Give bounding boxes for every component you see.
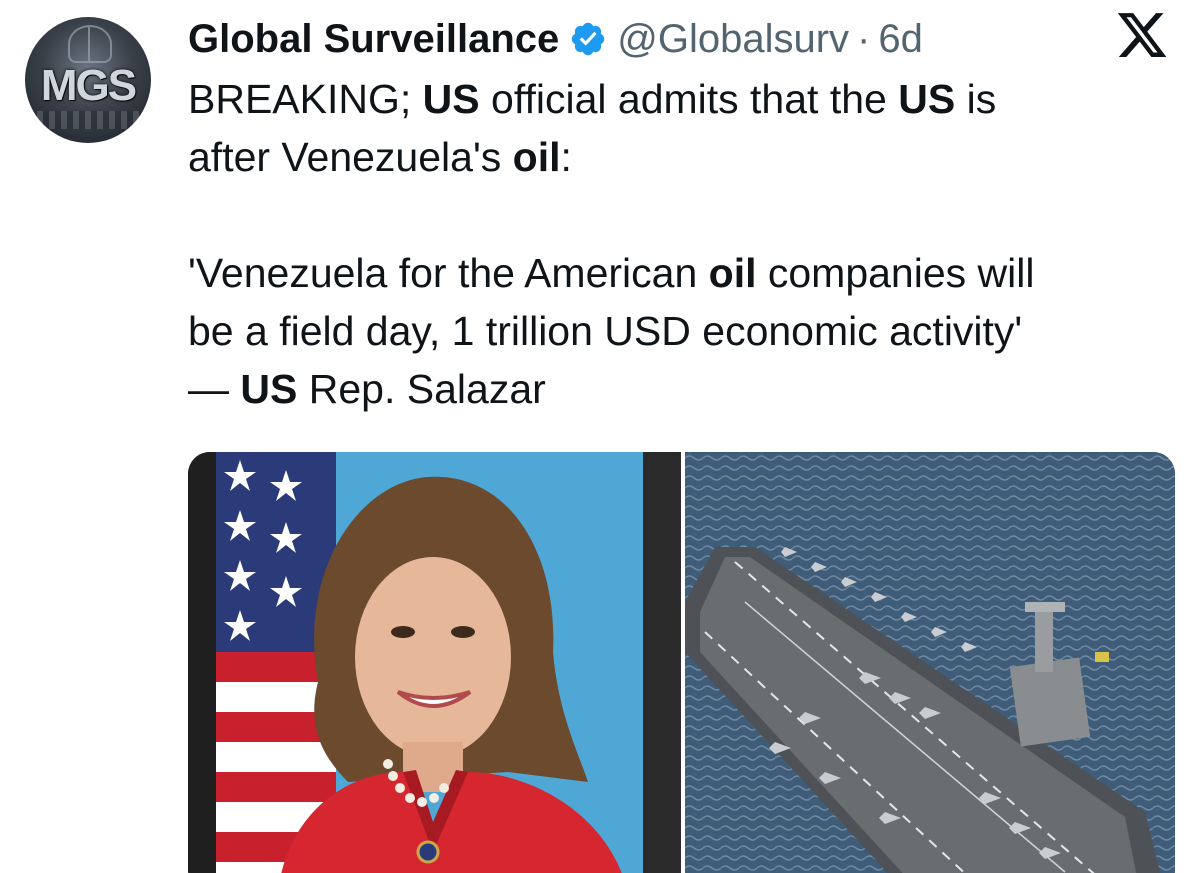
avatar[interactable]: MGS (25, 17, 151, 143)
carrier-illustration (685, 452, 1175, 873)
aircraft-carrier-photo[interactable] (685, 452, 1175, 873)
text-segment: BREAKING; (188, 76, 423, 122)
tweet-header: Global Surveillance @Globalsurv · 6d (188, 14, 923, 64)
text-line: 'Venezuela for the American oil companie… (188, 244, 1178, 302)
globe-icon (68, 25, 112, 63)
text-bold-segment: oil (708, 250, 757, 296)
tweet-text: BREAKING; US official admits that the US… (188, 70, 1178, 418)
user-handle[interactable]: @Globalsurv (617, 17, 849, 62)
text-segment: : (560, 134, 572, 180)
text-bold-segment: US (898, 76, 956, 122)
planes-decoration (25, 111, 151, 129)
media-grid (188, 452, 1175, 873)
text-line: BREAKING; US official admits that the US… (188, 70, 1178, 128)
text-segment: after Venezuela's (188, 134, 513, 180)
text-segment: 'Venezuela for the American (188, 250, 709, 296)
text-line: — US Rep. Salazar (188, 360, 1178, 418)
text-line: be a field day, 1 trillion USD economic … (188, 308, 1023, 354)
text-bold-segment: US (240, 366, 298, 412)
text-segment: companies will (756, 250, 1035, 296)
text-segment: official admits that the (479, 76, 899, 122)
timestamp[interactable]: 6d (878, 17, 923, 62)
text-bold-segment: US (422, 76, 480, 122)
text-segment: — (188, 366, 241, 412)
text-segment: is (955, 76, 997, 122)
text-bold-segment: oil (512, 134, 561, 180)
avatar-logo-text: MGS (40, 61, 137, 110)
text-line: after Venezuela's oil: (188, 128, 1178, 186)
portrait-photo[interactable] (188, 452, 681, 873)
x-logo-icon[interactable] (1115, 8, 1169, 62)
separator-dot: · (857, 16, 871, 61)
verified-badge-icon (569, 20, 607, 58)
tweet-card: MGS Global Surveillance @Globalsurv · 6d… (0, 0, 1199, 873)
portrait-illustration (188, 452, 681, 873)
text-segment: Rep. Salazar (297, 366, 546, 412)
display-name[interactable]: Global Surveillance (188, 17, 559, 62)
